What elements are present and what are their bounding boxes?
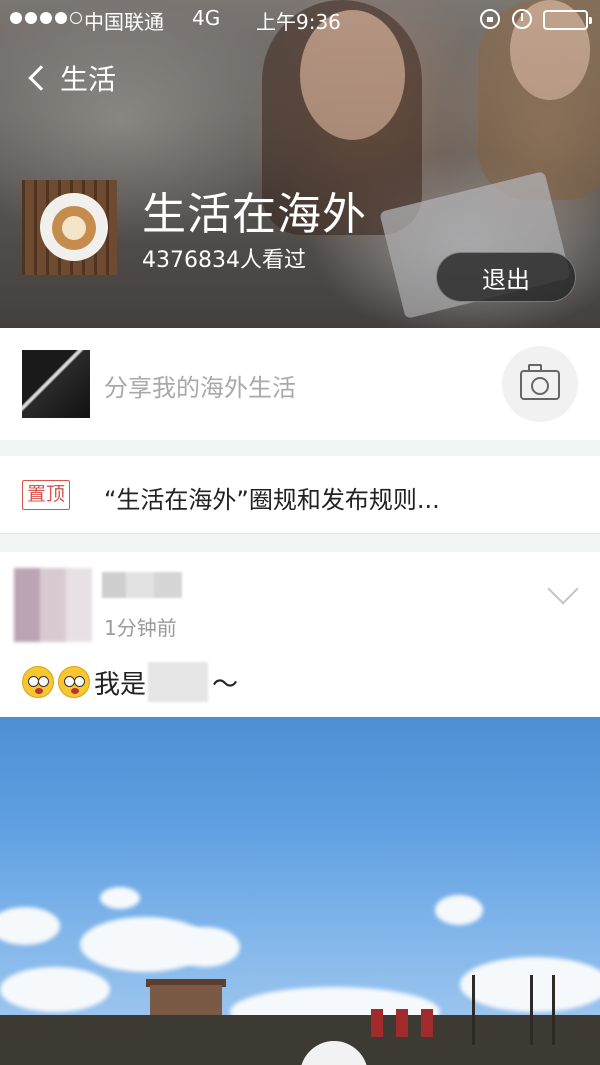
share-bar: 分享我的海外生活 — [0, 328, 600, 440]
back-label: 生活 — [60, 63, 117, 96]
circle-title: 生活在海外 — [142, 189, 367, 240]
exit-button[interactable]: 退出 — [436, 252, 576, 302]
view-count: 4376834人看过 — [142, 248, 306, 273]
chevron-down-icon[interactable] — [547, 573, 579, 605]
circle-header-banner: 中国联通 4G 上午9:36 生活 生活在海外 4376834人看过 退出 — [0, 0, 600, 328]
post-text-prefix: 我是 — [94, 669, 147, 700]
back-button[interactable]: 生活 — [26, 58, 116, 98]
redacted-text — [148, 662, 209, 702]
pinned-title[interactable]: “生活在海外”圈规和发布规则... — [104, 480, 440, 515]
rotation-lock-icon — [480, 9, 500, 29]
camera-button[interactable] — [502, 346, 578, 422]
user-avatar[interactable] — [22, 350, 90, 418]
alarm-icon — [512, 9, 532, 29]
coffee-icon — [62, 216, 86, 240]
post-time: 1分钟前 — [104, 616, 177, 640]
signal-strength-icon — [10, 12, 82, 24]
pinned-post[interactable]: 置顶 “生活在海外”圈规和发布规则... — [0, 456, 600, 534]
share-input[interactable]: 分享我的海外生活 — [104, 368, 296, 403]
post-author-name[interactable] — [102, 572, 182, 598]
chevron-left-icon — [28, 65, 54, 91]
status-bar: 中国联通 4G 上午9:36 — [0, 0, 600, 40]
post-card: 1分钟前 我是 ～ — [0, 552, 600, 1065]
post-photo[interactable] — [0, 717, 600, 1065]
post-text-suffix: ～ — [212, 669, 239, 700]
network-type: 4G — [192, 6, 221, 30]
carrier-name: 中国联通 — [84, 10, 164, 34]
status-time: 上午9:36 — [256, 10, 341, 34]
circle-avatar[interactable] — [22, 180, 117, 275]
battery-icon — [543, 10, 592, 30]
post-text: 我是 ～ — [22, 662, 238, 702]
dizzy-face-emoji-icon — [22, 666, 54, 698]
pinned-badge: 置顶 — [22, 480, 71, 510]
dizzy-face-emoji-icon — [58, 666, 90, 698]
post-author-avatar[interactable] — [14, 568, 92, 642]
